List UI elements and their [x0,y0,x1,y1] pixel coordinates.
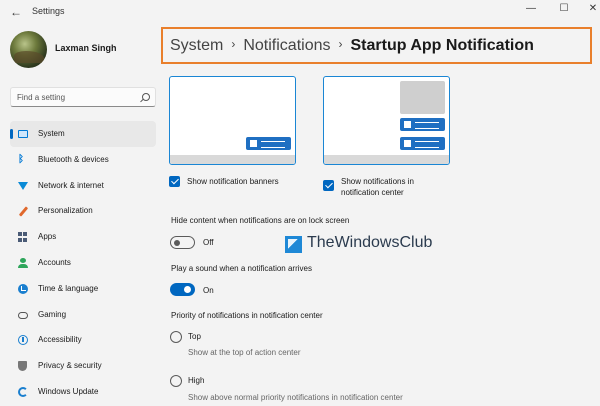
show-in-center-label-line1: Show notifications in [341,177,414,186]
breadcrumb: System › Notifications › Startup App Notific… [170,37,534,55]
priority-top-label: Top [188,332,201,341]
show-banners-label: Show notification banners [187,177,279,186]
system-icon [18,130,28,138]
show-in-center-label-line2: notification center [341,188,404,197]
chevron-right-icon: › [338,37,343,51]
sidebar-item-accounts[interactable]: Accounts [10,250,156,276]
apps-icon [18,232,28,242]
priority-high-radio[interactable] [170,375,182,387]
show-in-center-label: Show notifications in notification cente… [341,176,414,198]
sidebar-item-label: Windows Update [38,386,99,396]
maximize-button[interactable]: ☐ [555,2,573,16]
person-icon [18,257,28,268]
controller-icon [18,311,28,319]
priority-top-radio[interactable] [170,331,182,343]
sidebar-item-time-language[interactable]: Time & language [10,276,156,302]
sidebar-item-label: Apps [38,232,57,242]
windows-club-logo-icon [285,236,302,253]
notification-banner-illustration [400,118,445,131]
notification-center-preview[interactable] [323,76,450,165]
avatar[interactable] [10,31,47,68]
breadcrumb-highlight: System › Notifications › Startup App Notific… [161,27,592,64]
title-bar: ← Settings — ☐ ✕ [0,0,600,24]
show-banners-checkbox[interactable] [169,176,180,187]
back-arrow-icon[interactable]: ← [10,5,24,19]
sidebar-item-label: Accounts [38,257,71,267]
sidebar-item-privacy[interactable]: Privacy & security [10,353,156,379]
chevron-right-icon: › [231,37,236,51]
sidebar-item-label: Accessibility [38,335,82,345]
sound-label: Play a sound when a notification arrives [171,264,312,273]
globe-clock-icon [18,283,28,294]
sidebar-item-label: Privacy & security [38,361,102,371]
priority-top-description: Show at the top of action center [188,348,301,357]
search-box[interactable] [10,87,156,107]
sidebar-item-network[interactable]: Network & internet [10,173,156,199]
sidebar-item-apps[interactable]: Apps [10,224,156,250]
page-title: Startup App Notification [350,37,534,54]
sidebar-item-bluetooth[interactable]: ᛒ Bluetooth & devices [10,147,156,173]
minimize-button[interactable]: — [522,2,540,16]
breadcrumb-notifications[interactable]: Notifications [243,37,330,54]
app-title: Settings [32,6,65,16]
brush-icon [18,206,29,218]
sidebar-item-accessibility[interactable]: Accessibility [10,327,156,353]
lock-screen-toggle-state: Off [203,238,214,247]
priority-high-label: High [188,376,205,385]
close-button[interactable]: ✕ [584,2,600,16]
show-in-center-checkbox[interactable] [323,180,334,191]
sidebar-nav: System ᛒ Bluetooth & devices Network & i… [10,121,156,405]
taskbar-illustration [324,155,449,164]
panel-illustration [400,81,445,114]
notification-banner-illustration [246,137,291,150]
sidebar-item-label: Bluetooth & devices [38,154,109,164]
lock-screen-label: Hide content when notifications are on l… [171,216,350,225]
taskbar-illustration [170,155,295,164]
sidebar-item-label: Personalization [38,206,93,216]
wifi-icon [18,181,28,190]
sidebar-item-label: Time & language [38,283,99,293]
sidebar-item-gaming[interactable]: Gaming [10,302,156,328]
priority-label: Priority of notifications in notificatio… [171,311,323,320]
sidebar-item-windows-update[interactable]: Windows Update [10,379,156,405]
bluetooth-icon: ᛒ [18,153,24,165]
watermark-text: TheWindowsClub [307,234,433,251]
accessibility-icon [18,335,28,346]
search-icon[interactable] [142,93,150,101]
update-icon [18,386,28,397]
sidebar-item-label: Network & internet [38,180,104,190]
sidebar-item-system[interactable]: System [10,121,156,147]
sound-toggle[interactable] [170,283,195,296]
notification-banner-illustration [400,137,445,150]
shield-icon [18,361,27,372]
sound-toggle-state: On [203,286,214,295]
sidebar-item-label: Gaming [38,309,67,319]
sidebar-item-personalization[interactable]: Personalization [10,198,156,224]
user-name: Laxman Singh [55,43,117,53]
banner-preview[interactable] [169,76,296,165]
lock-screen-toggle[interactable] [170,236,195,249]
priority-high-description: Show above normal priority notifications… [188,393,403,402]
breadcrumb-system[interactable]: System [170,37,223,54]
sidebar-item-label: System [38,129,65,138]
search-input[interactable] [17,91,137,104]
